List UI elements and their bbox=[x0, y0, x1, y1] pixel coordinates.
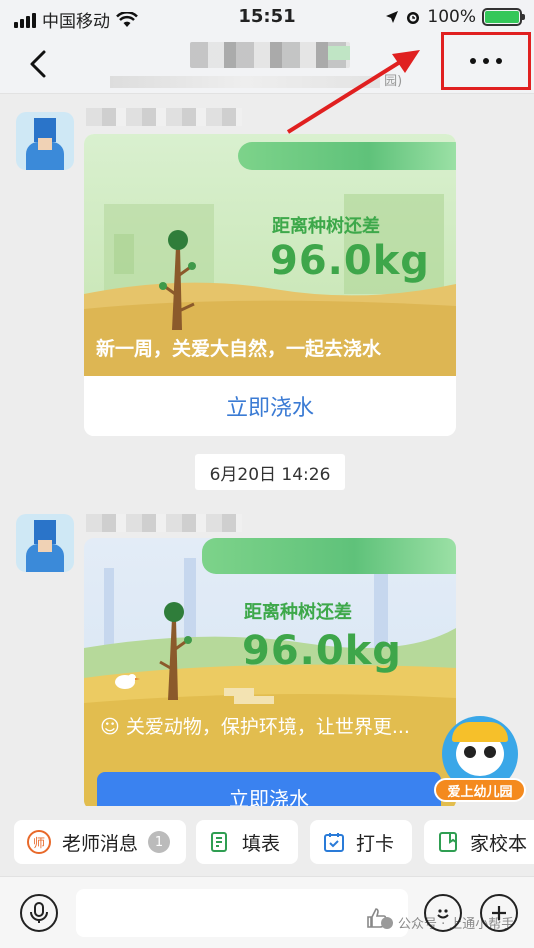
sender-name-blurred bbox=[86, 514, 242, 532]
subtitle-blurred bbox=[110, 75, 380, 88]
tree-icon bbox=[159, 230, 196, 330]
message-input-bar: 公众号 · 上通小帮手 bbox=[0, 876, 534, 948]
water-now-button[interactable]: 立即浇水 bbox=[84, 376, 456, 436]
quick-action-label: 填表 bbox=[242, 832, 281, 855]
microphone-icon bbox=[30, 902, 48, 923]
banner-text: 新一周，关爱大自然，一起去浇水 bbox=[96, 338, 382, 360]
teacher-message-button[interactable]: 师 老师消息 1 bbox=[14, 820, 186, 864]
home-school-book-button[interactable]: 家校本 bbox=[424, 820, 534, 864]
green-banner bbox=[238, 142, 456, 170]
plus-icon bbox=[492, 906, 506, 920]
location-icon bbox=[386, 11, 399, 23]
subtitle-suffix: 园) bbox=[384, 74, 403, 89]
distance-value: 96.0kg bbox=[270, 238, 430, 284]
message-timestamp: 6月20日 14:26 bbox=[195, 454, 345, 490]
emoji-icon bbox=[437, 909, 449, 919]
more-dot-icon bbox=[470, 58, 476, 64]
distance-value: 96.0kg bbox=[242, 628, 402, 674]
kindergarten-mascot-button[interactable]: 爱上幼儿园 bbox=[434, 716, 526, 802]
unread-badge: 1 bbox=[148, 831, 171, 853]
green-banner bbox=[202, 538, 456, 574]
emoji-button[interactable] bbox=[424, 894, 462, 932]
watering-card[interactable]: 距离种树还差 96.0kg 新一周，关爱大自然，一起去浇水 立即浇水 bbox=[84, 134, 456, 436]
quick-actions-bar: 师 老师消息 1 填表 打卡 家校本 bbox=[0, 806, 534, 876]
more-dot-icon bbox=[483, 58, 489, 64]
distance-label: 距离种树还差 bbox=[272, 216, 380, 237]
quick-action-label: 打卡 bbox=[356, 832, 395, 855]
back-arrow-icon[interactable] bbox=[20, 44, 60, 84]
voice-button[interactable] bbox=[20, 894, 58, 932]
svg-text:师: 师 bbox=[33, 836, 45, 850]
wechat-official-icon bbox=[381, 916, 393, 929]
calendar-check-icon bbox=[324, 833, 344, 852]
fill-form-button[interactable]: 填表 bbox=[196, 820, 298, 864]
more-options-button[interactable] bbox=[441, 32, 531, 90]
status-right: 100% bbox=[385, 7, 525, 27]
mascot-label: 爱上幼儿园 bbox=[434, 778, 526, 802]
battery-percent: 100% bbox=[427, 7, 476, 27]
quick-action-label: 老师消息 bbox=[62, 832, 139, 855]
status-bar: 中国移动 15:51 100% bbox=[0, 0, 534, 36]
banner-text: ☺ 关爱动物，保护环境，让世界更... bbox=[100, 716, 410, 738]
battery-icon bbox=[482, 8, 525, 26]
chat-subtitle: 园) bbox=[110, 70, 430, 89]
chat-title-blurred bbox=[190, 42, 350, 68]
bird-icon bbox=[115, 674, 140, 689]
check-in-button[interactable]: 打卡 bbox=[310, 820, 412, 864]
teacher-icon: 师 bbox=[27, 830, 51, 854]
notebook-icon bbox=[439, 832, 457, 852]
sender-name-blurred bbox=[86, 108, 242, 126]
sender-avatar[interactable] bbox=[16, 112, 74, 170]
watering-card[interactable]: 距离种树还差 96.0kg ☺ 关爱动物，保护环境，让世界更... bbox=[84, 538, 456, 810]
add-button[interactable] bbox=[480, 894, 518, 932]
quick-action-label: 家校本 bbox=[470, 832, 528, 855]
form-icon bbox=[211, 832, 227, 852]
alarm-icon bbox=[407, 12, 420, 24]
tree-icon bbox=[159, 602, 192, 700]
sender-avatar[interactable] bbox=[16, 514, 74, 572]
message-input[interactable] bbox=[76, 889, 408, 937]
distance-label: 距离种树还差 bbox=[244, 602, 352, 623]
more-dot-icon bbox=[496, 58, 502, 64]
